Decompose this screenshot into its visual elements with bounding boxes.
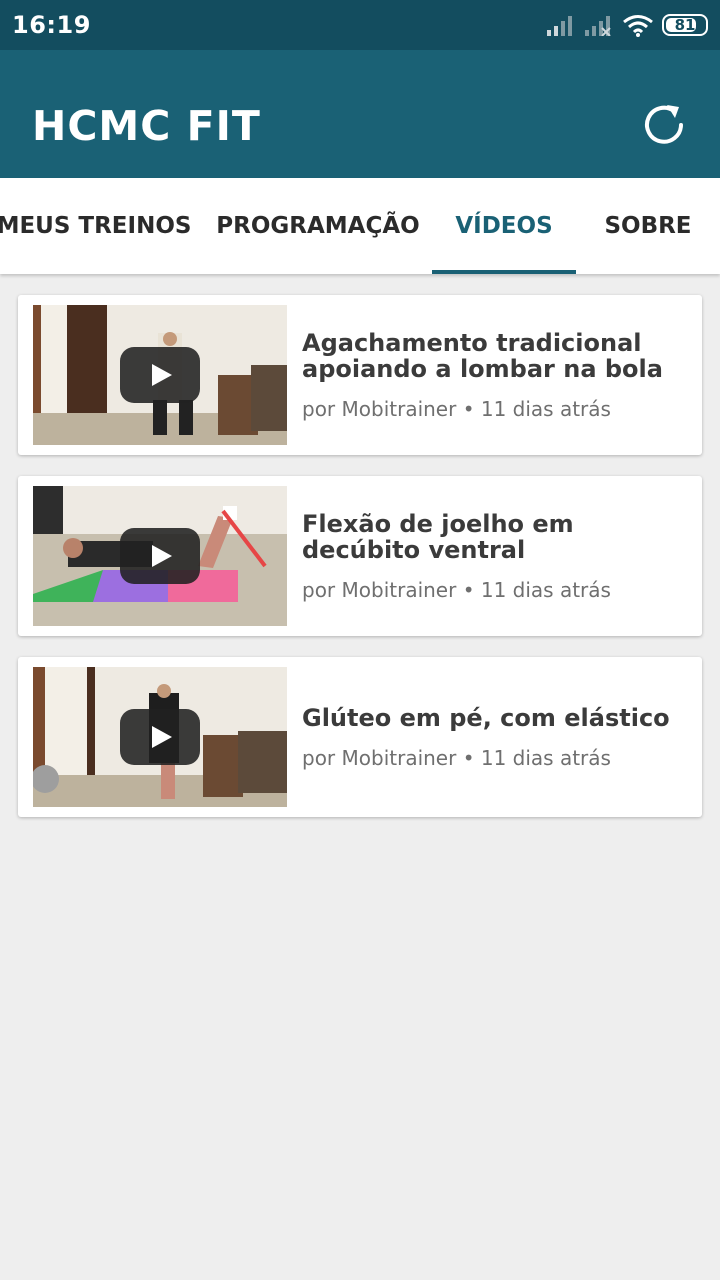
app-title: HCMC FIT — [32, 102, 261, 150]
tab-videos[interactable]: VÍDEOS — [432, 178, 576, 274]
video-thumbnail[interactable] — [33, 305, 287, 445]
tab-sobre[interactable]: SOBRE — [576, 178, 720, 274]
play-button[interactable] — [120, 709, 200, 765]
refresh-icon[interactable] — [638, 99, 690, 151]
video-title: Glúteo em pé, com elástico — [302, 703, 670, 732]
status-time: 16:19 — [12, 11, 91, 39]
signal-no-service-icon — [585, 16, 611, 36]
video-meta: por Mobitrainer • 11 dias atrás — [302, 577, 611, 602]
video-meta: por Mobitrainer • 11 dias atrás — [302, 396, 611, 421]
video-meta: por Mobitrainer • 11 dias atrás — [302, 745, 611, 770]
tab-programacao[interactable]: PROGRAMAÇÃO — [212, 178, 424, 274]
video-info: Glúteo em pé, com elástico por Mobitrain… — [302, 657, 686, 817]
video-thumbnail[interactable] — [33, 486, 287, 626]
video-title: Agachamento tradicional apoiando a lomba… — [302, 328, 663, 383]
battery-icon: 81 — [662, 14, 708, 36]
play-button[interactable] — [120, 528, 200, 584]
video-thumbnail[interactable] — [33, 667, 287, 807]
video-info: Flexão de joelho em decúbito ventral por… — [302, 476, 686, 636]
play-button[interactable] — [120, 347, 200, 403]
battery-percent: 81 — [674, 16, 696, 34]
video-card[interactable]: Glúteo em pé, com elástico por Mobitrain… — [18, 657, 702, 817]
app-bar: HCMC FIT — [0, 50, 720, 178]
tab-meus-treinos[interactable]: MEUS TREINOS — [0, 178, 191, 274]
wifi-icon — [623, 15, 653, 37]
video-card[interactable]: Agachamento tradicional apoiando a lomba… — [18, 295, 702, 455]
signal-icon — [547, 16, 572, 36]
video-title: Flexão de joelho em decúbito ventral — [302, 509, 574, 564]
active-tab-indicator — [432, 270, 576, 274]
video-card[interactable]: Flexão de joelho em decúbito ventral por… — [18, 476, 702, 636]
tab-bar: MEUS TREINOS PROGRAMAÇÃO VÍDEOS SOBRE — [0, 178, 720, 274]
status-bar: 16:19 81 — [0, 0, 720, 50]
video-info: Agachamento tradicional apoiando a lomba… — [302, 295, 686, 455]
